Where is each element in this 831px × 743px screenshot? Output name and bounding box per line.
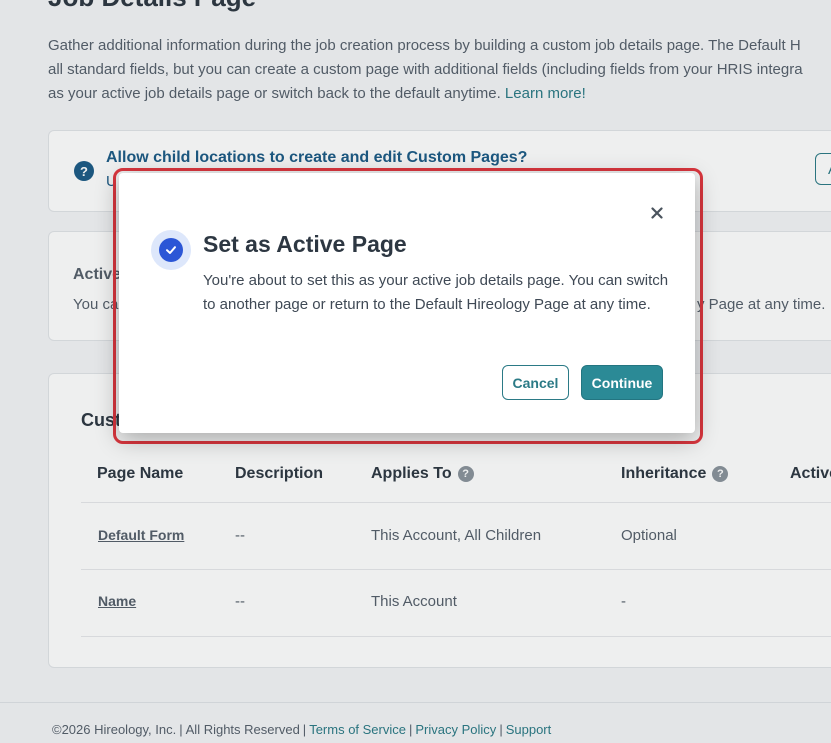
continue-button[interactable]: Continue — [581, 365, 663, 400]
dialog-title: Set as Active Page — [203, 231, 407, 257]
close-icon[interactable] — [647, 203, 667, 223]
set-active-page-dialog: Set as Active Page You're about to set t… — [119, 173, 695, 433]
check-icon — [159, 238, 183, 262]
dialog-body: You're about to set this as your active … — [203, 272, 669, 313]
check-circle-icon — [151, 230, 191, 270]
cancel-button[interactable]: Cancel — [502, 365, 569, 400]
